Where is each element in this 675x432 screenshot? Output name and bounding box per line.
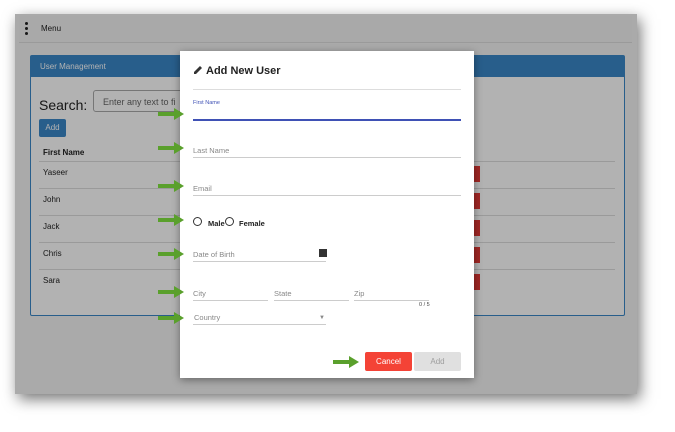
annotation-arrow bbox=[158, 108, 184, 120]
dialog-title: Add New User bbox=[193, 65, 281, 77]
annotation-arrow bbox=[158, 248, 184, 260]
zip-underline bbox=[354, 300, 429, 301]
city-underline bbox=[193, 300, 268, 301]
annotation-arrow bbox=[158, 142, 184, 154]
first-name-field[interactable] bbox=[193, 119, 461, 121]
male-radio[interactable] bbox=[193, 217, 202, 226]
annotation-arrow bbox=[158, 214, 184, 226]
annotation-arrow bbox=[158, 312, 184, 324]
add-user-dialog: Add New User First Name Last Name Email … bbox=[180, 51, 474, 378]
zip-field[interactable]: Zip bbox=[354, 289, 364, 298]
divider bbox=[193, 89, 461, 90]
annotation-arrow bbox=[158, 286, 184, 298]
calendar-icon[interactable] bbox=[319, 249, 327, 257]
country-underline bbox=[193, 324, 326, 325]
add-button[interactable]: Add bbox=[414, 352, 461, 371]
city-field[interactable]: City bbox=[193, 289, 206, 298]
last-name-underline bbox=[193, 157, 461, 158]
female-label: Female bbox=[239, 219, 265, 228]
state-underline bbox=[274, 300, 349, 301]
male-label: Male bbox=[208, 219, 225, 228]
email-underline bbox=[193, 195, 461, 196]
annotation-arrow bbox=[333, 356, 359, 368]
first-name-label: First Name bbox=[193, 100, 220, 106]
date-of-birth-underline bbox=[193, 261, 326, 262]
cancel-button[interactable]: Cancel bbox=[365, 352, 412, 371]
dialog-title-text: Add New User bbox=[206, 65, 281, 77]
zip-character-counter: 0 / 5 bbox=[419, 302, 430, 308]
pencil-icon bbox=[194, 66, 202, 74]
chevron-down-icon[interactable]: ▼ bbox=[319, 315, 325, 321]
last-name-field[interactable]: Last Name bbox=[193, 146, 229, 155]
date-of-birth-field[interactable]: Date of Birth bbox=[193, 250, 235, 259]
state-field[interactable]: State bbox=[274, 289, 292, 298]
email-field[interactable]: Email bbox=[193, 184, 212, 193]
country-select[interactable]: Country bbox=[194, 313, 220, 322]
annotation-arrow bbox=[158, 180, 184, 192]
female-radio[interactable] bbox=[225, 217, 234, 226]
